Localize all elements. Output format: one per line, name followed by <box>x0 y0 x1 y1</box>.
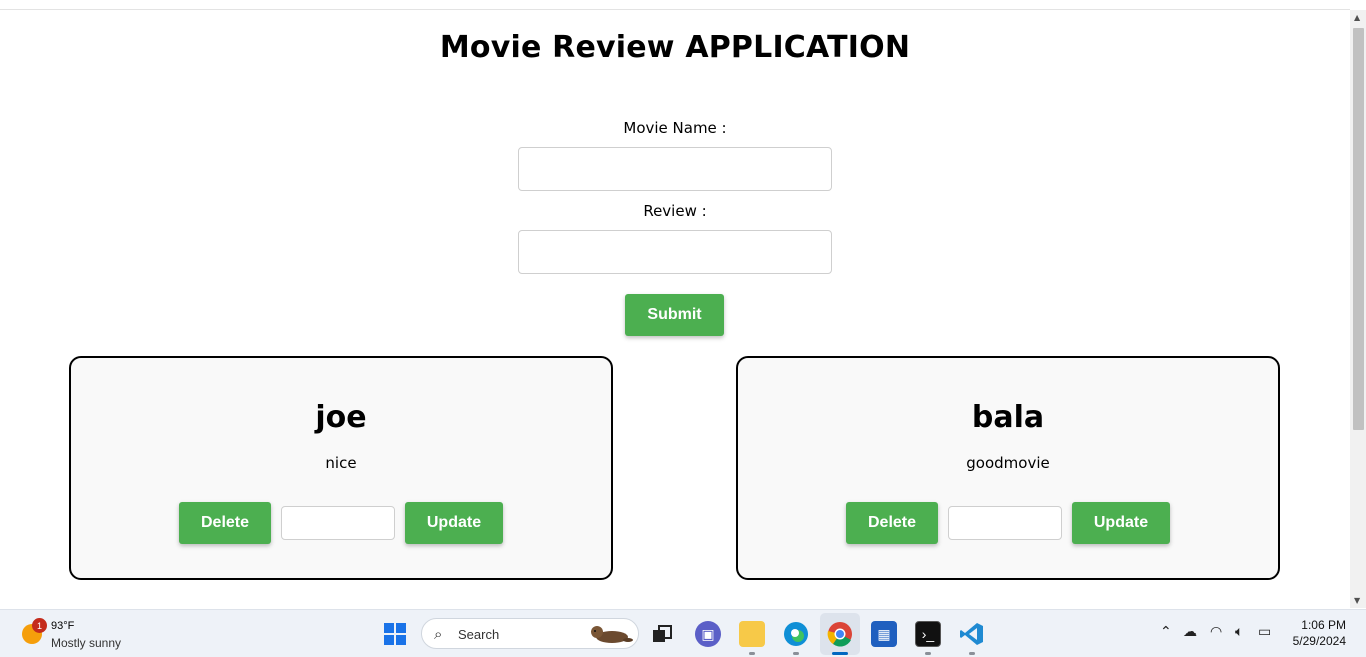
scroll-down-arrow-icon[interactable]: ▼ <box>1354 597 1360 605</box>
terminal-icon[interactable]: ›_ <box>915 621 941 647</box>
wifi-icon[interactable]: ◠ <box>1210 624 1222 640</box>
weather-temperature: 93°F <box>51 620 75 632</box>
update-review-input[interactable] <box>281 506 395 540</box>
volume-icon[interactable]: 🔈︎ <box>1235 624 1243 640</box>
windows-taskbar: 1 93°F Mostly sunny ⌕ Search ▣ ▦ ›_ ⌃ ☁ … <box>0 609 1366 657</box>
delete-button[interactable]: Delete <box>846 502 938 544</box>
running-indicator <box>793 652 799 655</box>
scrollbar-thumb[interactable] <box>1353 28 1364 430</box>
microsoft-store-icon[interactable]: ▦ <box>871 621 897 647</box>
review-card-review-text: nice <box>325 454 357 472</box>
movie-name-input[interactable] <box>518 147 832 191</box>
battery-icon[interactable]: ▭ <box>1258 624 1271 640</box>
file-explorer-icon[interactable] <box>739 621 765 647</box>
chevron-up-icon[interactable]: ⌃ <box>1160 624 1172 640</box>
weather-condition: Mostly sunny <box>51 636 122 650</box>
running-indicator <box>749 652 755 655</box>
search-label: Search <box>458 627 500 642</box>
system-clock[interactable]: 1:06 PM 5/29/2024 <box>1293 617 1346 649</box>
scroll-up-arrow-icon[interactable]: ▲ <box>1354 14 1360 22</box>
review-card: bala goodmovie Delete Update <box>736 356 1280 580</box>
update-button[interactable]: Update <box>405 502 503 544</box>
active-indicator <box>832 652 848 655</box>
update-button[interactable]: Update <box>1072 502 1170 544</box>
running-indicator <box>925 652 931 655</box>
notification-badge: 1 <box>32 618 47 633</box>
search-icon: ⌕ <box>434 625 443 643</box>
running-indicator <box>969 652 975 655</box>
review-label: Review : <box>643 202 707 220</box>
clock-date: 5/29/2024 <box>1292 634 1346 648</box>
taskbar-search-box[interactable]: ⌕ Search <box>421 618 639 649</box>
chrome-icon[interactable] <box>827 621 853 647</box>
review-card-movie-name: joe <box>315 400 367 435</box>
edge-icon[interactable] <box>783 621 809 647</box>
review-input[interactable] <box>518 230 832 274</box>
onedrive-cloud-icon[interactable]: ☁ <box>1183 624 1197 640</box>
page-content: Movie Review APPLICATION Movie Name : Re… <box>0 10 1350 608</box>
update-review-input[interactable] <box>948 506 1062 540</box>
submit-button[interactable]: Submit <box>625 294 724 336</box>
vscode-icon[interactable] <box>959 621 985 647</box>
otter-illustration-icon <box>591 626 633 643</box>
review-card-review-text: goodmovie <box>966 454 1050 472</box>
review-card: joe nice Delete Update <box>69 356 613 580</box>
clock-time: 1:06 PM <box>1301 618 1346 632</box>
vertical-scrollbar[interactable]: ▲ ▼ <box>1350 10 1366 608</box>
windows-start-icon[interactable] <box>384 623 406 645</box>
weather-widget[interactable]: 1 93°F Mostly sunny <box>20 618 150 652</box>
movie-name-label: Movie Name : <box>623 119 727 137</box>
delete-button[interactable]: Delete <box>179 502 271 544</box>
review-card-movie-name: bala <box>971 400 1045 435</box>
task-view-icon[interactable] <box>650 621 674 647</box>
teams-chat-icon[interactable]: ▣ <box>695 621 721 647</box>
page-title: Movie Review APPLICATION <box>439 30 911 65</box>
